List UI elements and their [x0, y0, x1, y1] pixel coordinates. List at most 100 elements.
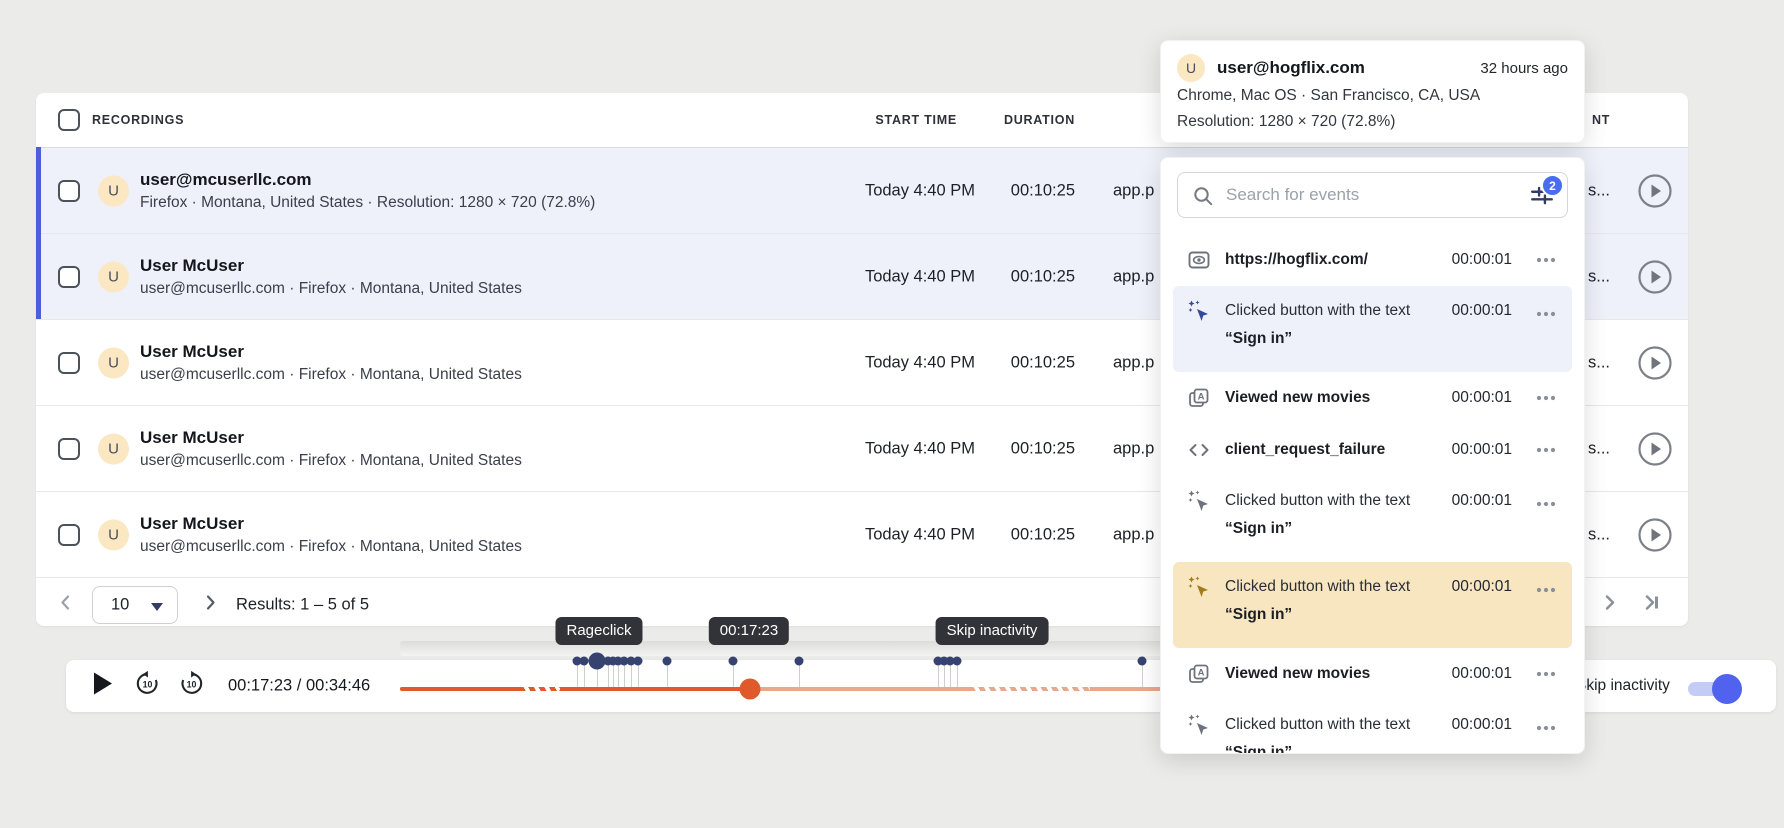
row-checkbox[interactable] [58, 524, 80, 546]
event-target: “Sign in” [1225, 744, 1292, 754]
event-timestamp: 00:00:01 [1452, 251, 1512, 269]
duration-cell: 00:10:25 [1011, 525, 1075, 544]
event-menu-button[interactable] [1534, 386, 1558, 410]
timeline-event-dot[interactable] [1138, 657, 1147, 666]
event-menu-button[interactable] [1534, 438, 1558, 462]
autocapture-cursor-icon [1187, 714, 1211, 738]
seekbar-inactivity-played[interactable] [520, 687, 560, 691]
avatar: U [98, 519, 129, 550]
event-target: “Sign in” [1225, 520, 1292, 537]
person-cell: User McUseruser@mcuserllc.com · Firefox … [140, 514, 522, 556]
event-row[interactable]: https://hogflix.com/00:00:01 [1173, 234, 1572, 286]
duration-cell: 00:10:25 [1011, 267, 1075, 286]
play-recording-button[interactable] [1637, 173, 1673, 209]
session-resolution: Resolution: 1280 × 720 (72.8%) [1177, 113, 1395, 131]
start-time-cell: Today 4:40 PM [865, 439, 975, 458]
play-button[interactable] [94, 673, 113, 700]
seekbar-played[interactable] [400, 687, 750, 691]
event-menu-button[interactable] [1534, 302, 1558, 326]
timeline-event-dot[interactable] [634, 657, 643, 666]
event-row[interactable]: Clicked button with the text “Sign in”00… [1173, 562, 1572, 648]
action-icon: A [1187, 386, 1211, 410]
avatar: U [98, 261, 129, 292]
events-last-page-button[interactable] [1642, 592, 1664, 617]
person-cell: User McUseruser@mcuserllc.com · Firefox … [140, 256, 522, 298]
page-size-select[interactable]: 10 [92, 586, 178, 624]
start-time-cell: Today 4:40 PM [865, 353, 975, 372]
event-menu-button[interactable] [1534, 492, 1558, 516]
session-meta: Chrome, Mac OS · San Francisco, CA, USA [1177, 87, 1480, 105]
truncated-cell: s... [1588, 353, 1610, 372]
rewind-10-button[interactable]: 10 [134, 670, 161, 702]
playhead[interactable] [740, 679, 761, 700]
avatar: U [1177, 54, 1205, 82]
forward-10-button[interactable]: 10 [178, 670, 205, 702]
event-row[interactable]: AViewed new movies00:00:01 [1173, 648, 1572, 700]
event-row[interactable]: AViewed new movies00:00:01 [1173, 372, 1572, 424]
row-checkbox[interactable] [58, 180, 80, 202]
filter-count-badge: 2 [1541, 174, 1564, 197]
duration-cell: 00:10:25 [1011, 353, 1075, 372]
col-duration: DURATION [1004, 113, 1075, 127]
event-row[interactable]: Clicked button with the text “Sign in”00… [1173, 286, 1572, 372]
search-input[interactable] [1224, 174, 1505, 216]
event-row[interactable]: client_request_failure00:00:01 [1173, 424, 1572, 476]
session-user-card: U user@hogflix.com 32 hours ago Chrome, … [1160, 40, 1585, 143]
timeline-event-dot[interactable] [663, 657, 672, 666]
select-all-checkbox[interactable] [58, 109, 80, 131]
event-menu-button[interactable] [1534, 662, 1558, 686]
url-cell: app.p [1113, 525, 1154, 544]
event-filter-button[interactable]: 2 [1529, 182, 1555, 208]
more-menu-icon [1534, 248, 1558, 272]
event-target: “Sign in” [1225, 330, 1292, 347]
event-list: https://hogflix.com/00:00:01Clicked butt… [1161, 234, 1584, 754]
event-timestamp: 00:00:01 [1452, 716, 1512, 734]
play-recording-button[interactable] [1637, 345, 1673, 381]
timeline-tooltip: 00:17:23 [709, 617, 789, 645]
row-checkbox[interactable] [58, 266, 80, 288]
timeline-event-dot[interactable] [795, 657, 804, 666]
row-checkbox[interactable] [58, 438, 80, 460]
duration-cell: 00:10:25 [1011, 439, 1075, 458]
svg-text:A: A [1198, 392, 1205, 403]
play-recording-button[interactable] [1637, 517, 1673, 553]
event-name: https://hogflix.com/ [1225, 251, 1368, 268]
play-circle-icon [1637, 517, 1673, 553]
col-start-time: START TIME [875, 113, 957, 127]
person-cell: User McUseruser@mcuserllc.com · Firefox … [140, 428, 522, 470]
event-menu-button[interactable] [1534, 578, 1558, 602]
event-menu-button[interactable] [1534, 248, 1558, 272]
url-cell: app.p [1113, 267, 1154, 286]
chevron-down-icon [151, 603, 163, 611]
more-menu-icon [1534, 716, 1558, 740]
event-menu-button[interactable] [1534, 716, 1558, 740]
col-recordings: RECORDINGS [92, 113, 184, 127]
more-menu-icon [1534, 302, 1558, 326]
timeline-event-dot[interactable] [953, 657, 962, 666]
event-timestamp: 00:00:01 [1452, 492, 1512, 510]
start-time-cell: Today 4:40 PM [865, 525, 975, 544]
event-row[interactable]: Clicked button with the text “Sign in”00… [1173, 476, 1572, 562]
events-next-page-button[interactable] [1600, 592, 1620, 617]
person-title: User McUser [140, 428, 522, 448]
timeline-event-dot[interactable] [729, 657, 738, 666]
row-checkbox[interactable] [58, 352, 80, 374]
url-cell: app.p [1113, 181, 1154, 200]
skip-inactivity-toggle[interactable] [1688, 682, 1738, 696]
play-recording-button[interactable] [1637, 431, 1673, 467]
person-cell: User McUseruser@mcuserllc.com · Firefox … [140, 342, 522, 384]
timeline-event-dot[interactable] [580, 657, 589, 666]
more-menu-icon [1534, 438, 1558, 462]
seekbar-inactivity-unplayed[interactable] [970, 687, 1090, 691]
person-subtitle: user@mcuserllc.com · Firefox · Montana, … [140, 280, 522, 298]
next-page-button[interactable] [202, 592, 220, 617]
play-circle-icon [1637, 345, 1673, 381]
prev-page-button[interactable] [56, 592, 74, 617]
event-timestamp: 00:00:01 [1452, 665, 1512, 683]
event-search-box: 2 [1177, 172, 1568, 218]
start-time-cell: Today 4:40 PM [865, 267, 975, 286]
avatar: U [98, 347, 129, 378]
play-recording-button[interactable] [1637, 259, 1673, 295]
event-target: “Sign in” [1225, 606, 1292, 623]
event-row[interactable]: Clicked button with the text “Sign in”00… [1173, 700, 1572, 754]
